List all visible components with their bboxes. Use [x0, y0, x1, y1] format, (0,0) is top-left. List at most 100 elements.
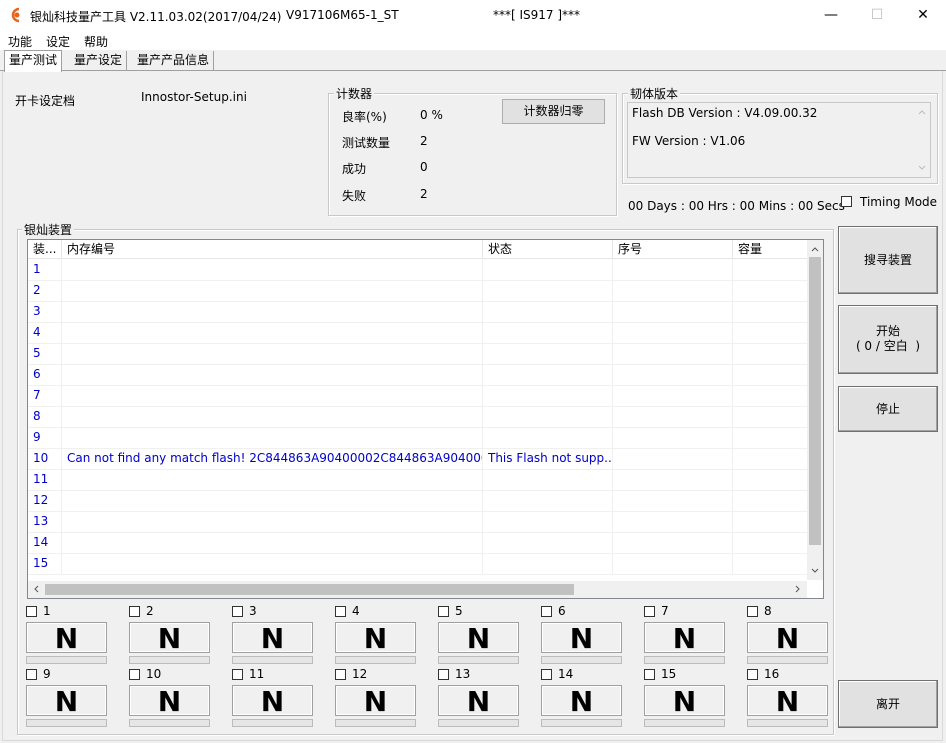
- device-list-hscrollbar[interactable]: [28, 581, 807, 598]
- slot-checkbox[interactable]: [541, 606, 552, 617]
- firmware-textbox[interactable]: Flash DB Version : V4.09.00.32 FW Versio…: [627, 102, 931, 178]
- slot-progress-bar: [644, 719, 725, 727]
- slot-checkbox[interactable]: [438, 669, 449, 680]
- row-capacity: [733, 322, 808, 343]
- row-status: [483, 469, 613, 490]
- config-file-value: Innostor-Setup.ini: [141, 90, 247, 104]
- slot-progress-bar: [26, 719, 107, 727]
- window-title-chip: ***[ IS917 ]***: [493, 8, 581, 22]
- slot-checkbox[interactable]: [26, 606, 37, 617]
- slot-checkbox[interactable]: [644, 606, 655, 617]
- exit-button[interactable]: 离开: [838, 680, 938, 728]
- slot-progress-bar: [541, 719, 622, 727]
- slot-checkbox[interactable]: [747, 606, 758, 617]
- row-status: [483, 553, 613, 574]
- search-device-button[interactable]: 搜寻装置: [838, 226, 938, 294]
- table-row[interactable]: 4: [28, 322, 808, 344]
- slot-status-box: N: [26, 622, 107, 654]
- elapsed-timer: 00 Days : 00 Hrs : 00 Mins : 00 Secs: [628, 199, 845, 213]
- column-memory-id[interactable]: 内存编号: [62, 240, 483, 258]
- devices-title: 银灿装置: [22, 221, 75, 238]
- table-row[interactable]: 15: [28, 553, 808, 575]
- row-capacity: [733, 406, 808, 427]
- slot-number: 7: [661, 604, 669, 618]
- start-button-label: 开始: [875, 324, 900, 338]
- slot-progress-bar: [232, 656, 313, 664]
- slot-progress-bar: [335, 656, 416, 664]
- fail-label: 失败: [342, 189, 367, 203]
- tab-mass-production-settings[interactable]: 量产设定: [70, 51, 128, 70]
- slot-checkbox[interactable]: [747, 669, 758, 680]
- table-row[interactable]: 14: [28, 532, 808, 554]
- slot-progress-bar: [232, 719, 313, 727]
- table-row[interactable]: 10 Can not find any match flash! 2C844863…: [28, 448, 808, 470]
- minimize-button[interactable]: —: [808, 0, 854, 30]
- row-status: [483, 511, 613, 532]
- menu-settings[interactable]: 设定: [46, 33, 70, 50]
- tab-product-info[interactable]: 量产产品信息: [133, 51, 215, 70]
- table-row[interactable]: 6: [28, 364, 808, 386]
- row-memory-id: [62, 364, 483, 385]
- maximize-button[interactable]: ☐: [854, 0, 900, 30]
- row-capacity: [733, 511, 808, 532]
- slot-progress-bar: [129, 719, 210, 727]
- slot-checkbox[interactable]: [129, 669, 140, 680]
- slot-checkbox[interactable]: [335, 669, 346, 680]
- slot-checkbox[interactable]: [232, 606, 243, 617]
- menu-bar: [0, 30, 946, 50]
- slot-checkbox[interactable]: [26, 669, 37, 680]
- row-status: This Flash not supp...: [483, 448, 613, 469]
- row-serial: [613, 448, 733, 469]
- close-button[interactable]: ✕: [900, 0, 946, 30]
- firmware-scrollbar[interactable]: [915, 104, 929, 174]
- counter-reset-button[interactable]: 计数器归零: [502, 99, 605, 124]
- column-status[interactable]: 状态: [483, 240, 613, 258]
- slot-number: 14: [558, 667, 574, 681]
- row-memory-id: [62, 322, 483, 343]
- timing-mode-checkbox[interactable]: [841, 196, 852, 207]
- device-list-vscrollbar[interactable]: [807, 240, 823, 580]
- slot-status-box: N: [541, 622, 622, 654]
- menu-function[interactable]: 功能: [8, 33, 32, 50]
- table-row[interactable]: 5: [28, 343, 808, 365]
- table-row[interactable]: 7: [28, 385, 808, 407]
- slot-number: 4: [352, 604, 360, 618]
- slot-status-box: N: [644, 622, 725, 654]
- menu-help[interactable]: 帮助: [84, 33, 108, 50]
- row-device-number: 15: [28, 553, 62, 574]
- slot-progress-bar: [644, 656, 725, 664]
- table-row[interactable]: 9: [28, 427, 808, 449]
- table-row[interactable]: 12: [28, 490, 808, 512]
- table-row[interactable]: 1: [28, 259, 808, 281]
- table-row[interactable]: 13: [28, 511, 808, 533]
- column-device[interactable]: 装...: [28, 240, 62, 258]
- start-button[interactable]: 开始 ( 0 / 空白 ): [838, 305, 938, 374]
- row-status: [483, 322, 613, 343]
- slot-status-box: N: [335, 622, 416, 654]
- row-serial: [613, 406, 733, 427]
- yield-value: 0 %: [420, 108, 443, 122]
- stop-button[interactable]: 停止: [838, 386, 938, 432]
- slot-checkbox[interactable]: [335, 606, 346, 617]
- row-status: [483, 364, 613, 385]
- slot-checkbox[interactable]: [129, 606, 140, 617]
- tab-mass-production-test[interactable]: 量产测试: [4, 50, 63, 72]
- column-capacity[interactable]: 容量: [733, 240, 808, 258]
- row-capacity: [733, 364, 808, 385]
- table-row[interactable]: 3: [28, 301, 808, 323]
- column-serial[interactable]: 序号: [613, 240, 733, 258]
- row-memory-id: [62, 301, 483, 322]
- timing-mode-label: Timing Mode: [860, 195, 938, 209]
- row-capacity: [733, 490, 808, 511]
- slot-checkbox[interactable]: [644, 669, 655, 680]
- row-memory-id: [62, 343, 483, 364]
- slot-number: 11: [249, 667, 265, 681]
- slot-checkbox[interactable]: [438, 606, 449, 617]
- device-list[interactable]: 装... 内存编号 状态 序号 容量 1 2 3 4 5 6 7 8 9 10 Can not fi…: [27, 239, 824, 599]
- table-row[interactable]: 2: [28, 280, 808, 302]
- table-row[interactable]: 8: [28, 406, 808, 428]
- slot-status-box: N: [438, 622, 519, 654]
- table-row[interactable]: 11: [28, 469, 808, 491]
- slot-checkbox[interactable]: [541, 669, 552, 680]
- slot-checkbox[interactable]: [232, 669, 243, 680]
